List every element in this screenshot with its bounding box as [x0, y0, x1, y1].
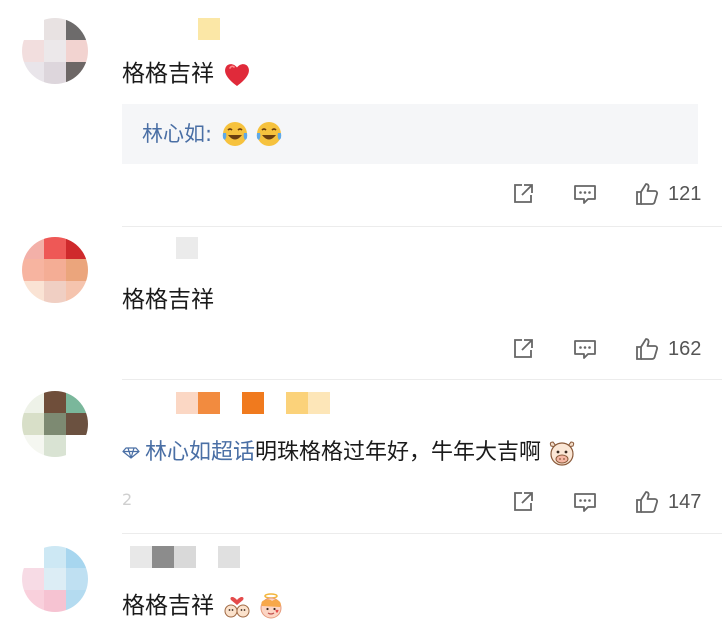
username[interactable]: [198, 18, 220, 40]
thumbs-up-icon[interactable]: [632, 179, 662, 209]
couple-heart-icon: [224, 596, 250, 618]
reply-box[interactable]: 林心如:: [122, 104, 698, 164]
thumbs-up-icon[interactable]: [632, 487, 662, 517]
tears-of-joy-icon: [256, 122, 282, 146]
reply-author[interactable]: 林心如:: [142, 118, 212, 150]
share-icon[interactable]: [508, 334, 538, 364]
divider: [122, 379, 722, 380]
comment-text: 格格吉祥: [122, 590, 286, 622]
avatar[interactable]: [22, 391, 88, 457]
ox-face-icon: [549, 441, 575, 466]
comment-text: 格格吉祥: [122, 58, 252, 90]
avatar[interactable]: [22, 546, 88, 612]
action-bar: 147: [508, 487, 701, 517]
cherub-icon: [260, 593, 282, 619]
diamond-icon: [122, 447, 140, 459]
username[interactable]: [176, 392, 330, 414]
thumbs-up-icon[interactable]: [632, 334, 662, 364]
comment-icon[interactable]: [570, 487, 600, 517]
divider: [122, 226, 722, 227]
action-bar: 121: [508, 179, 701, 209]
reply-content: 林心如:: [142, 118, 284, 150]
like-count: 147: [668, 490, 702, 513]
comment-text: 格格吉祥: [122, 287, 214, 313]
comment-text: 林心如超话 明珠格格过年好，牛年大吉啊: [122, 437, 577, 469]
avatar[interactable]: [22, 237, 88, 303]
tears-of-joy-icon: [222, 122, 248, 146]
faded-mark: 2: [122, 490, 133, 509]
avatar[interactable]: [22, 18, 88, 84]
divider: [122, 533, 722, 534]
like-count: 121: [668, 182, 702, 205]
action-bar: 162: [508, 334, 701, 364]
comment-icon[interactable]: [570, 179, 600, 209]
share-icon[interactable]: [508, 179, 538, 209]
topic-link[interactable]: 林心如超话: [122, 437, 255, 469]
like-count: 162: [668, 337, 702, 360]
share-icon[interactable]: [508, 487, 538, 517]
username[interactable]: [176, 237, 198, 259]
heart-icon: [225, 64, 249, 86]
comment-icon[interactable]: [570, 334, 600, 364]
username[interactable]: [130, 546, 262, 568]
